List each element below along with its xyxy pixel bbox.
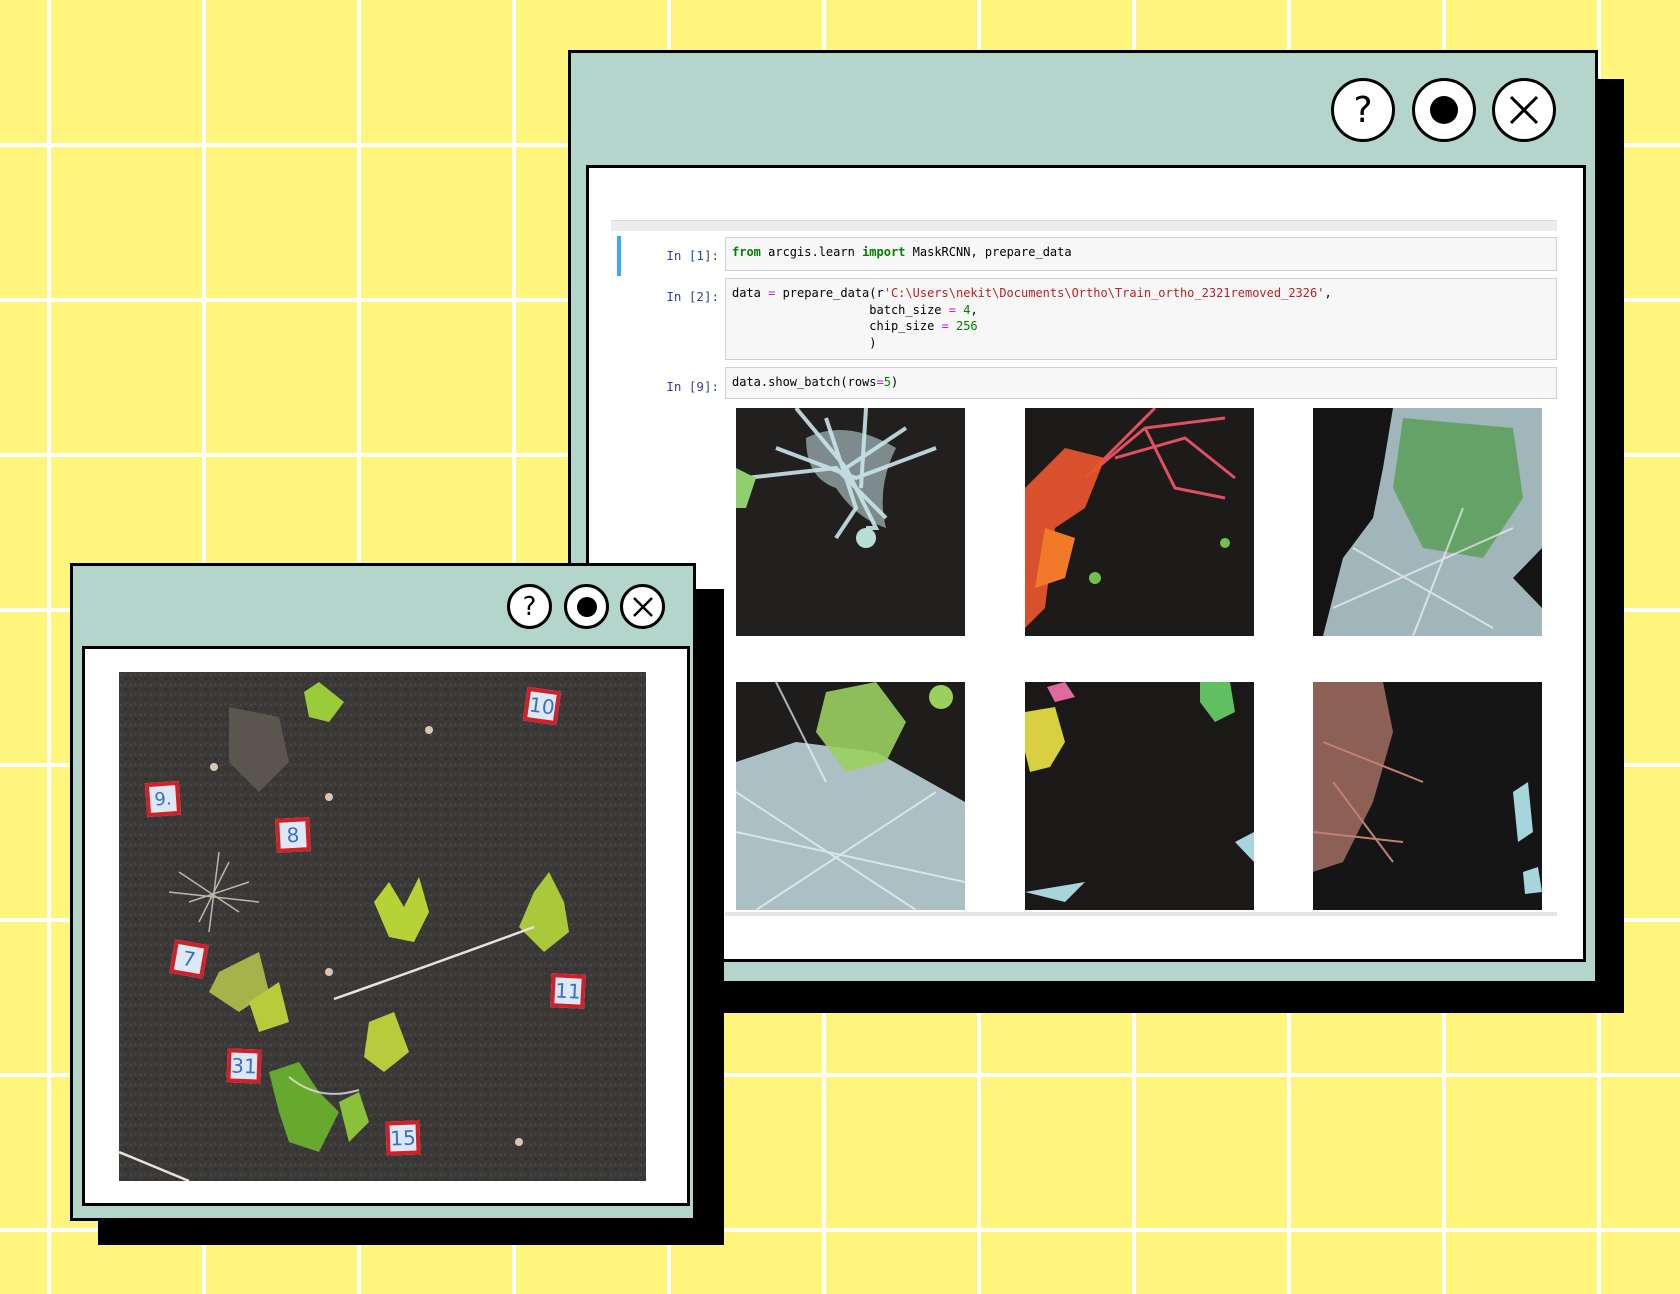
code-line: chip_size = 256 [732, 318, 1550, 335]
close-button[interactable] [1492, 78, 1556, 142]
code-token: = [941, 319, 949, 333]
code-cell-3[interactable]: data.show_batch(rows=5) [725, 367, 1557, 399]
plot-label: 15 [385, 1120, 421, 1156]
code-token: = [876, 375, 884, 389]
question-icon: ? [1353, 89, 1373, 131]
notebook-content: In [1]: from arcgis.learn import MaskRCN… [586, 165, 1586, 962]
record-button[interactable] [564, 584, 609, 629]
code-token: ) [890, 375, 899, 389]
plot-label: 9. [144, 780, 182, 818]
cell-prompt-3: In [9]: [666, 379, 719, 394]
photo-window: ? 10 9. 8 7 11 31 15 [70, 563, 696, 1221]
code-line: batch_size = 4, [732, 302, 1550, 319]
batch-image-6 [1313, 682, 1542, 910]
plot-label: 11 [550, 973, 586, 1009]
help-button[interactable]: ? [507, 584, 552, 629]
batch-image-3 [1313, 408, 1542, 636]
code-token: ) [732, 335, 877, 350]
code-token: 'C:\Users\nekit\Documents\Ortho\Train_or… [883, 286, 1325, 300]
code-token: , [970, 302, 978, 317]
help-button[interactable]: ? [1331, 78, 1395, 142]
code-token: arcgis.learn [760, 245, 863, 259]
plot-label: 8 [275, 817, 311, 853]
code-token: import [862, 245, 906, 259]
batch-image-2 [1025, 408, 1254, 636]
record-dot-icon [1430, 96, 1458, 124]
code-token: chip_size [732, 319, 942, 333]
code-token: MaskRCNN, prepare_data [905, 245, 1072, 259]
record-dot-icon [576, 596, 597, 617]
code-line: ) [732, 335, 1550, 352]
field-photo: 10 9. 8 7 11 31 15 [119, 672, 646, 1181]
close-icon [1509, 95, 1539, 125]
code-token: 5 [883, 375, 891, 389]
code-token: 256 [955, 319, 978, 333]
code-token: data [732, 286, 769, 300]
close-button[interactable] [620, 584, 665, 629]
code-token: , [1324, 286, 1332, 300]
jupyter-notebook: In [1]: from arcgis.learn import MaskRCN… [611, 220, 1557, 920]
code-token: batch_size [732, 302, 949, 317]
close-icon [632, 596, 653, 617]
batch-image-5 [1025, 682, 1254, 910]
cell-prompt-1: In [1]: [666, 248, 719, 263]
code-line: from arcgis.learn import MaskRCNN, prepa… [732, 244, 1550, 261]
output-divider [725, 912, 1557, 916]
batch-image-4 [736, 682, 965, 910]
notebook-divider [611, 220, 1557, 231]
code-line: data = prepare_data(r'C:\Users\nekit\Doc… [732, 285, 1550, 302]
code-token: prepare_data(r [775, 286, 884, 300]
batch-image-1 [736, 408, 965, 636]
code-token: = [948, 302, 956, 317]
plot-label: 10 [522, 686, 562, 726]
question-icon: ? [522, 591, 537, 622]
code-token: from [732, 245, 761, 259]
code-cell-2[interactable]: data = prepare_data(r'C:\Users\nekit\Doc… [725, 278, 1557, 360]
plot-label: 7 [169, 939, 209, 979]
plot-label: 31 [226, 1048, 262, 1084]
field-photo-image [119, 672, 646, 1181]
record-button[interactable] [1412, 78, 1476, 142]
photo-content: 10 9. 8 7 11 31 15 [82, 646, 690, 1206]
code-line: data.show_batch(rows=5) [732, 374, 1550, 391]
code-cell-1[interactable]: from arcgis.learn import MaskRCNN, prepa… [725, 237, 1557, 271]
code-token: data.show_batch(rows [732, 375, 877, 389]
cell-prompt-2: In [2]: [666, 289, 719, 304]
